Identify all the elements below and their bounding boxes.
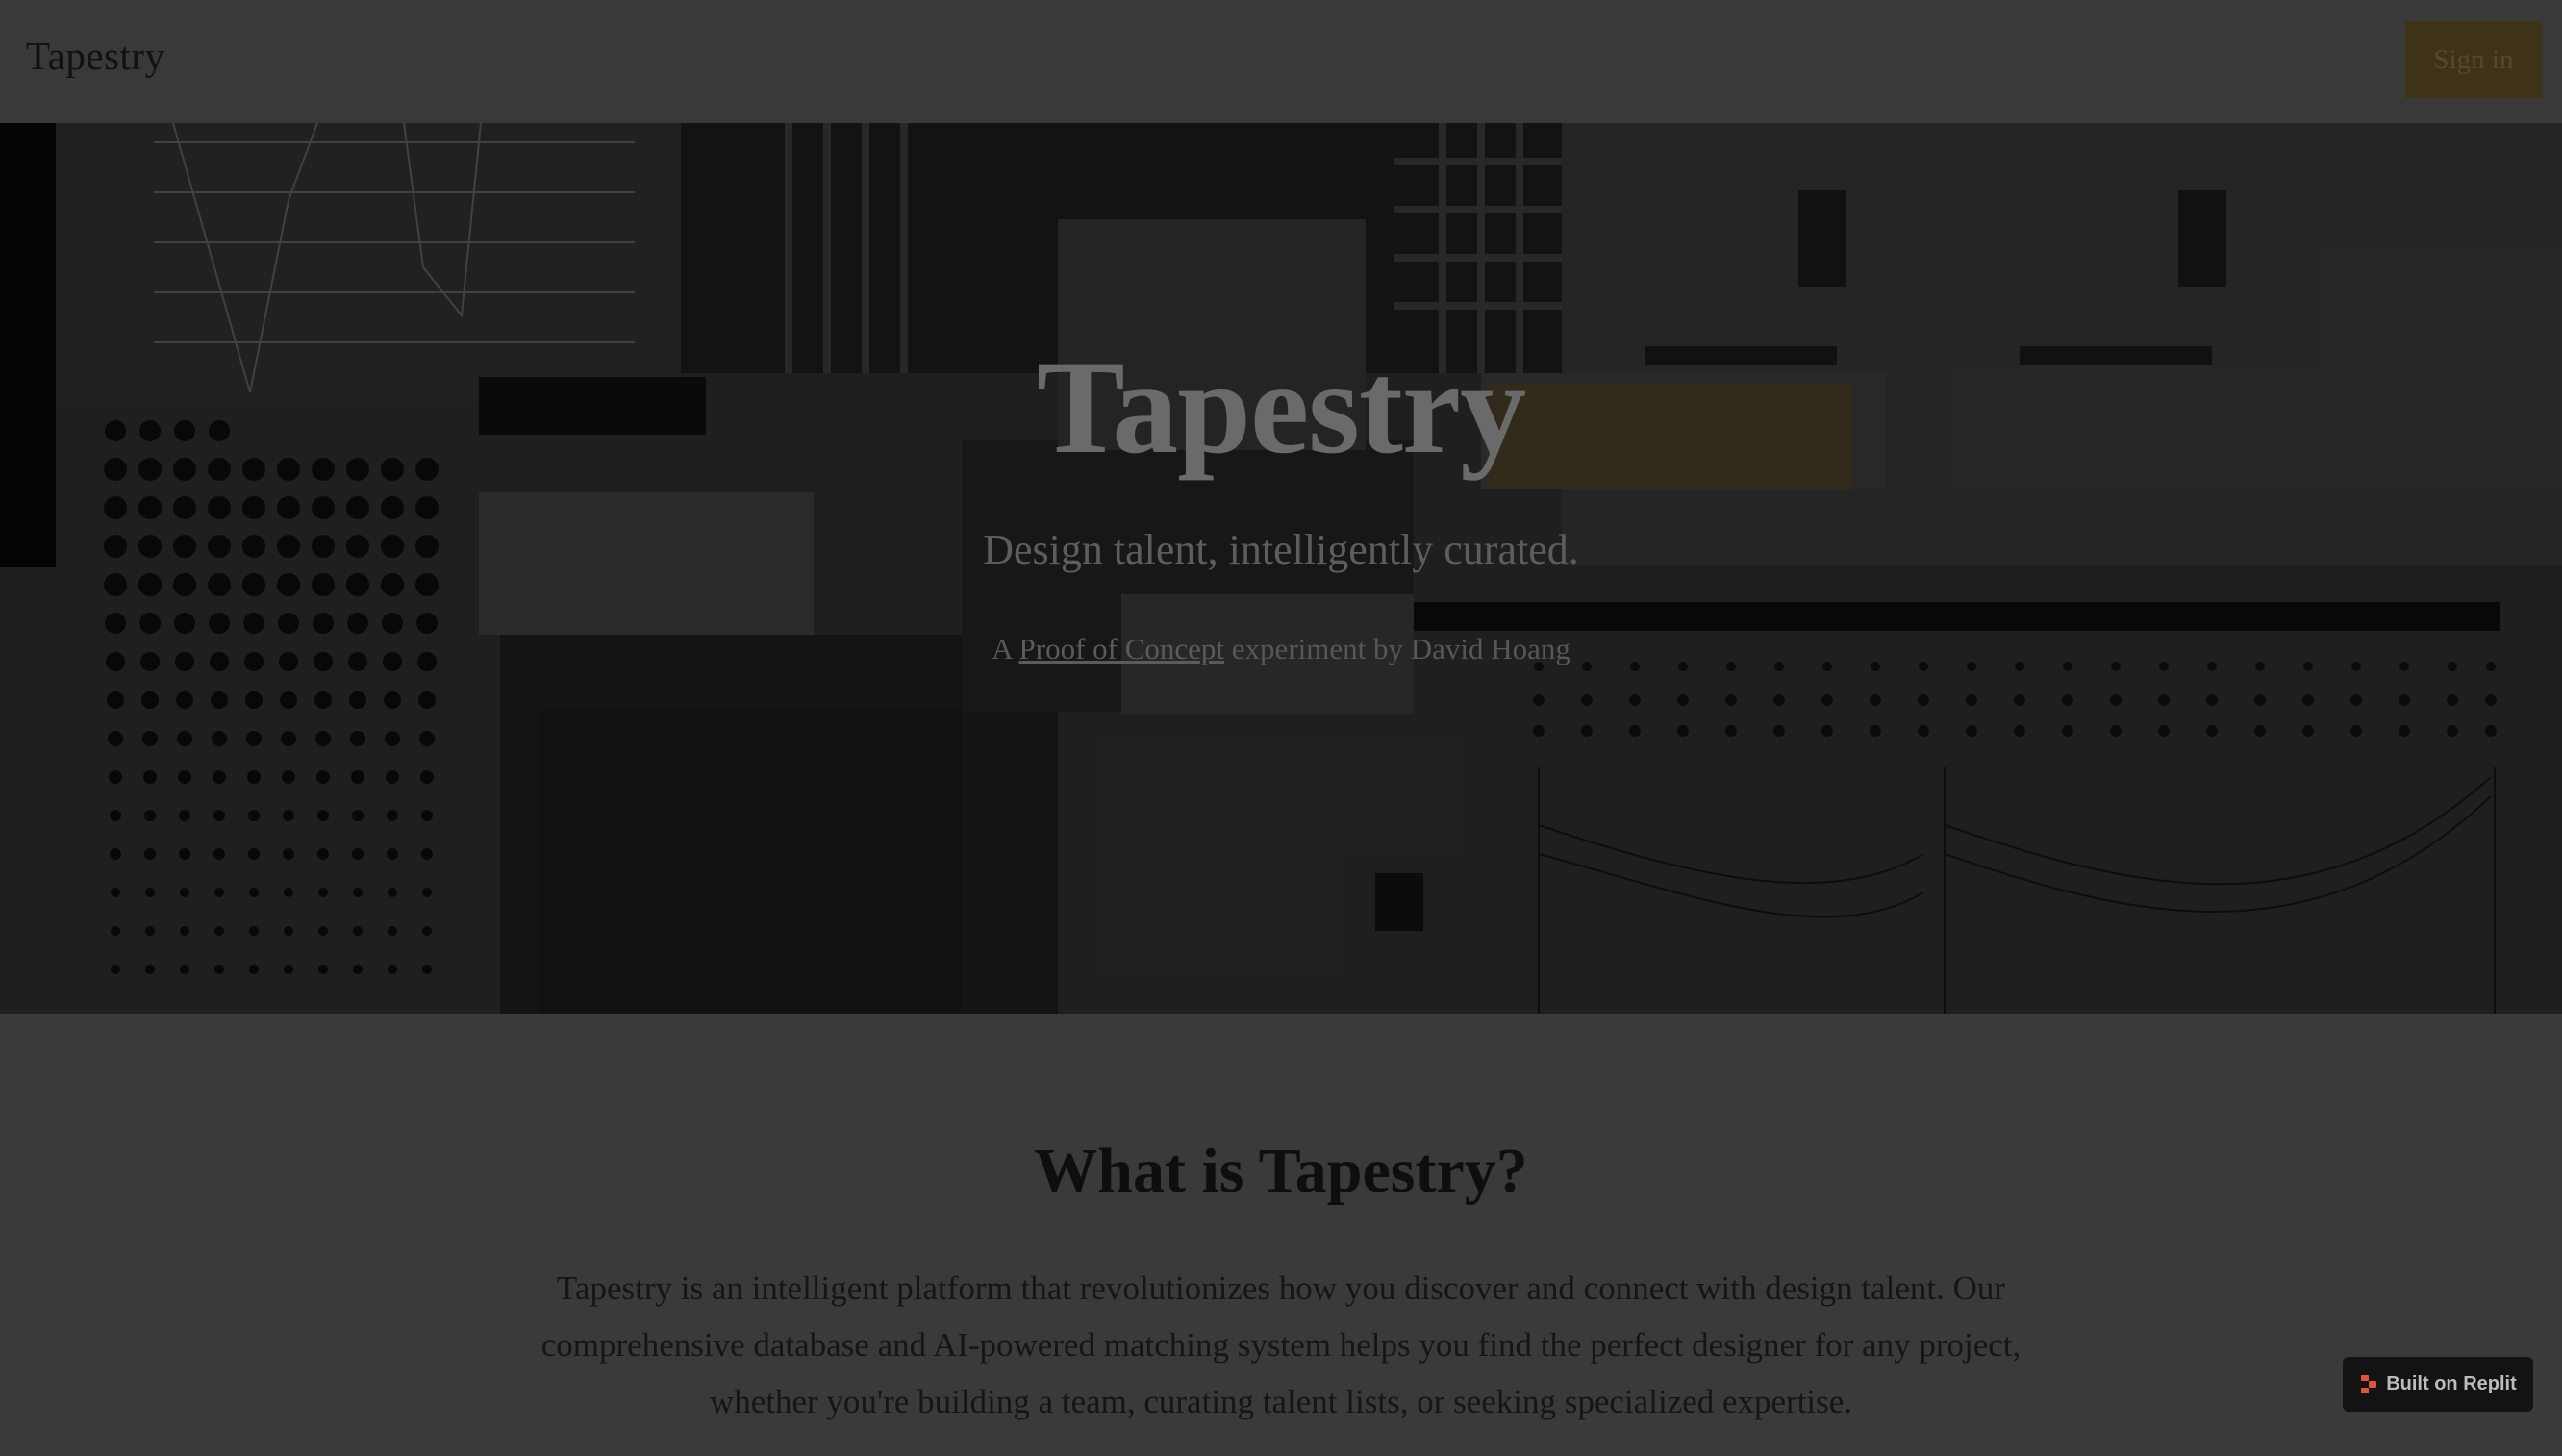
- hero-subtitle: Design talent, intelligently curated.: [983, 526, 1579, 573]
- built-on-replit-badge[interactable]: Built on Replit: [2343, 1357, 2533, 1412]
- proof-of-concept-link[interactable]: Proof of Concept: [1019, 632, 1225, 665]
- replit-icon: [2361, 1374, 2377, 1393]
- site-header: Tapestry Sign in: [0, 0, 2562, 123]
- credit-suffix: experiment by David Hoang: [1224, 632, 1570, 665]
- sign-in-button[interactable]: Sign in: [2405, 21, 2542, 98]
- credit-prefix: A: [992, 632, 1019, 665]
- hero-title: Tapestry: [1036, 334, 1526, 481]
- brand-logo[interactable]: Tapestry: [26, 33, 165, 79]
- badge-label: Built on Replit: [2386, 1373, 2517, 1394]
- about-heading: What is Tapestry?: [1034, 1136, 1528, 1206]
- about-description: Tapestry is an intelligent platform that…: [540, 1269, 2022, 1420]
- hero-credit: A Proof of Concept experiment by David H…: [0, 632, 2562, 666]
- hero-section: Tapestry Design talent, intelligently cu…: [0, 123, 2562, 1014]
